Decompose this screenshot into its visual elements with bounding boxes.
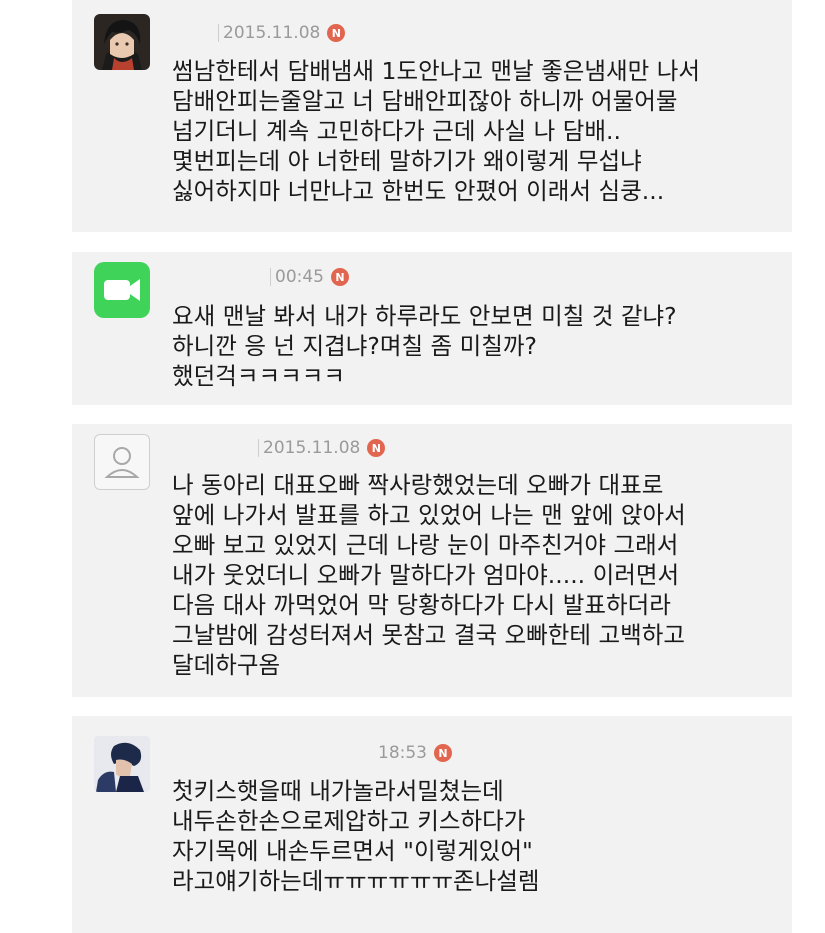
comment-line: 하니깐 응 넌 지겹냐?며칠 좀 미칠까? [172, 332, 537, 360]
comment-card: 00:45 N 요새 맨날 봐서 내가 하루라도 안보면 미칠 것 같냐? 하니… [72, 252, 792, 405]
comment-line: 달데하구옴 [172, 651, 281, 679]
default-person-icon [104, 447, 140, 478]
comment-text: 나 동아리 대표오빠 짝사랑했었는데 오빠가 대표로 앞에 나가서 발표를 하고… [172, 470, 686, 680]
divider [218, 24, 219, 42]
timestamp: 2015.11.08 [263, 438, 361, 458]
comment-line: 요새 맨날 봐서 내가 하루라도 안보면 미칠 것 같냐? [172, 302, 677, 330]
divider [270, 268, 271, 286]
comment-meta: 2015.11.08 N [218, 21, 346, 45]
new-badge: N [367, 439, 386, 457]
comment-line: 자기목에 내손두르면서 "이렇게있어" [172, 837, 533, 865]
comment-card: 18:53 N 첫키스햇을때 내가놀라서밀쳤는데 내두손한손으로제압하고 키스하… [72, 716, 792, 933]
comment-text: 썸남한테서 담배냄새 1도안나고 맨날 좋은냄새만 나서 담배안피는줄알고 너 … [172, 56, 700, 206]
comment-text: 첫키스햇을때 내가놀라서밀쳤는데 내두손한손으로제압하고 키스하다가 자기목에 … [172, 776, 540, 896]
comment-line: 앞에 나가서 발표를 하고 있었어 나는 맨 앞에 앉아서 [172, 501, 686, 529]
comment-line: 나 동아리 대표오빠 짝사랑했었는데 오빠가 대표로 [172, 471, 664, 499]
avatar[interactable] [94, 736, 150, 792]
anime-character-avatar-icon [94, 14, 150, 70]
timestamp: 2015.11.08 [223, 23, 321, 43]
person-photo-avatar-icon [94, 736, 150, 792]
divider [258, 439, 259, 457]
timestamp: 00:45 [275, 267, 324, 287]
comment-line: 했던걱ㅋㅋㅋㅋㅋ [172, 362, 345, 390]
comment-line: 내가 웃었더니 오빠가 말하다가 엄마야..... 이러면서 [172, 561, 680, 589]
comment-line: 넘기더니 계속 고민하다가 근데 사실 나 담배.. [172, 117, 621, 145]
comment-line: 라고얘기하는데ㅠㅠㅠㅠㅠㅠ존나설렘 [172, 867, 540, 895]
comment-line: 오빠 보고 있었지 근데 나랑 눈이 마주친거야 그래서 [172, 531, 679, 559]
comment-card: 2015.11.08 N 썸남한테서 담배냄새 1도안나고 맨날 좋은냄새만 나… [72, 0, 792, 232]
comment-line: 다음 대사 까먹었어 막 당황하다가 다시 발표하더라 [172, 591, 671, 619]
timestamp: 18:53 [378, 743, 427, 763]
comment-meta: 18:53 N [378, 741, 452, 765]
comment-card: 2015.11.08 N 나 동아리 대표오빠 짝사랑했었는데 오빠가 대표로 … [72, 424, 792, 697]
comment-line: 몇번피는데 아 너한테 말하기가 왜이렇게 무섭냐 [172, 147, 642, 175]
comment-meta: 00:45 N [270, 265, 349, 289]
new-badge: N [327, 24, 346, 42]
comment-line: 썸남한테서 담배냄새 1도안나고 맨날 좋은냄새만 나서 [172, 57, 700, 85]
comment-text: 요새 맨날 봐서 내가 하루라도 안보면 미칠 것 같냐? 하니깐 응 넌 지겹… [172, 301, 677, 391]
comment-line: 내두손한손으로제압하고 키스하다가 [172, 807, 526, 835]
comment-line: 그날밤에 감성터져서 못참고 결국 오빠한테 고백하고 [172, 621, 685, 649]
avatar[interactable] [94, 14, 150, 70]
avatar[interactable] [94, 434, 150, 490]
comment-line: 싫어하지마 너만나고 한번도 안폈어 이래서 심쿵... [172, 177, 665, 205]
comment-line: 첫키스햇을때 내가놀라서밀쳤는데 [172, 777, 504, 805]
new-badge: N [331, 268, 349, 286]
new-badge: N [434, 744, 452, 762]
avatar[interactable] [94, 262, 150, 318]
comment-line: 담배안피는줄알고 너 담배안피잖아 하니까 어물어물 [172, 87, 678, 115]
facetime-video-icon [94, 262, 150, 318]
comment-meta: 2015.11.08 N [258, 436, 386, 460]
